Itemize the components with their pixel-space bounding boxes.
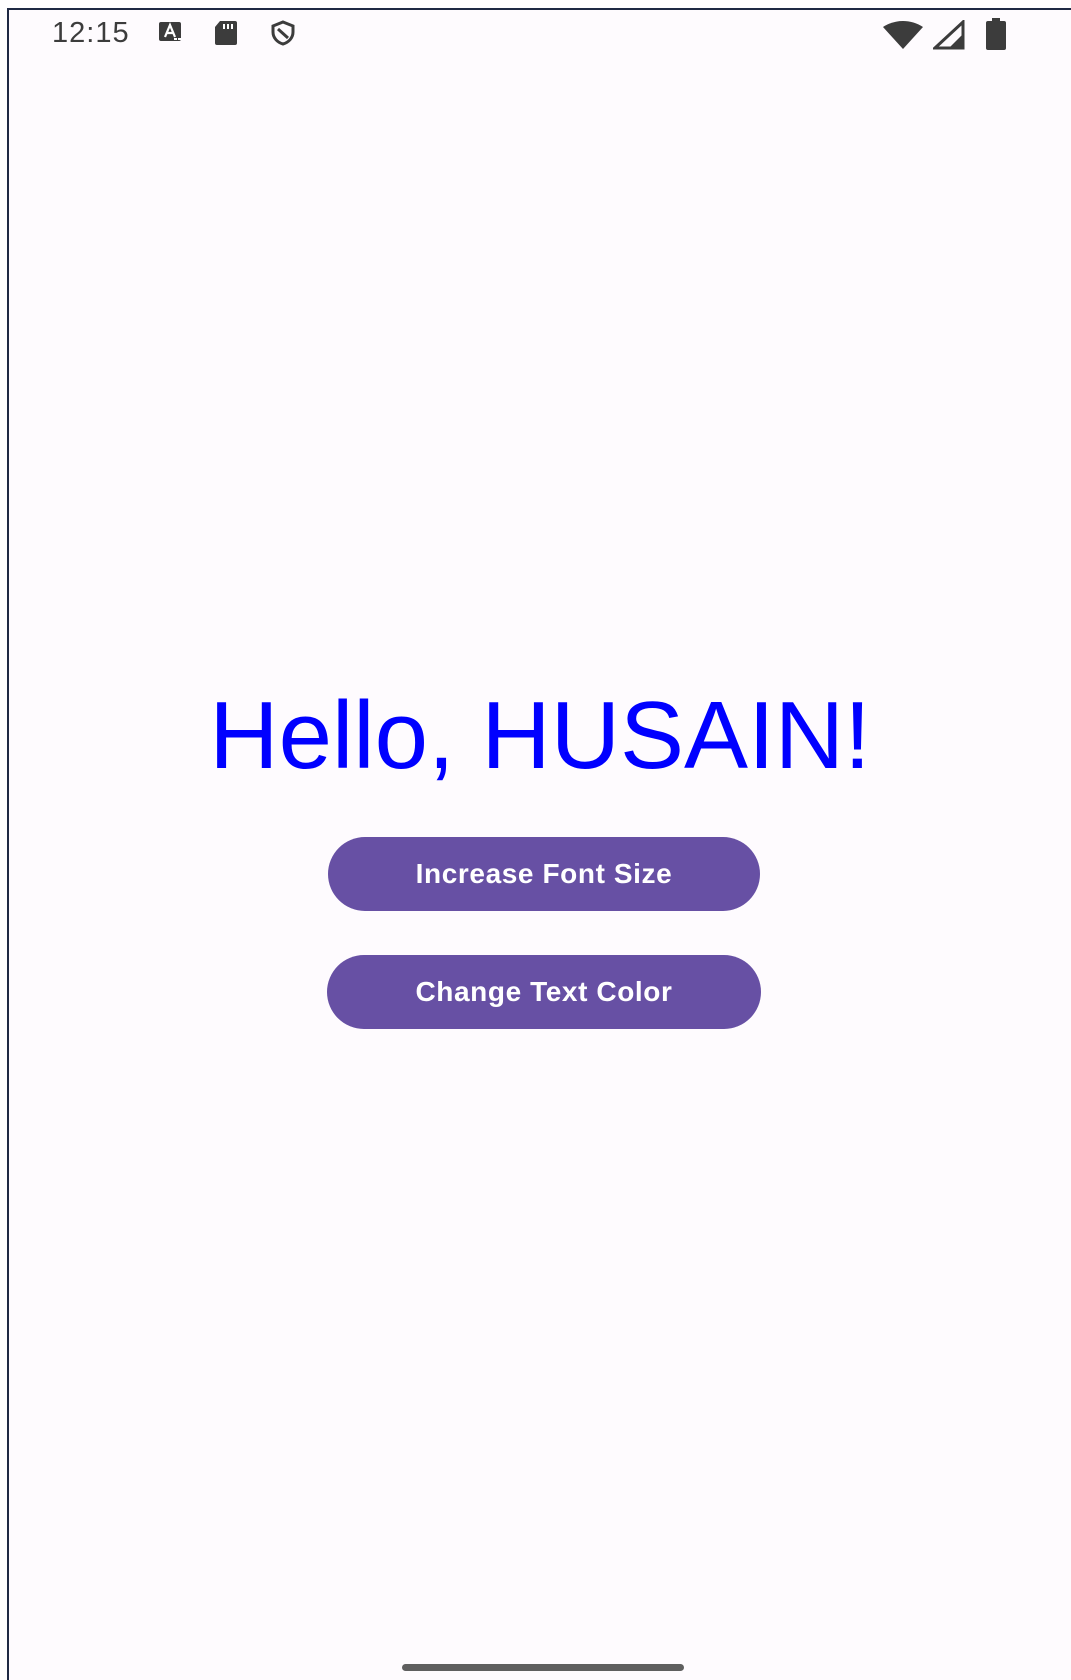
app-screen: 12:15 Hello, HUSAIN! Increase Font Size … (7, 8, 1071, 1680)
cell-signal-icon (933, 20, 965, 50)
status-time: 12:15 (52, 17, 130, 49)
sd-card-icon (215, 21, 237, 45)
status-bar: 12:15 (9, 10, 1071, 58)
change-text-color-button[interactable]: Change Text Color (327, 955, 761, 1029)
increase-font-size-button[interactable]: Increase Font Size (328, 837, 760, 911)
shield-icon (271, 20, 295, 46)
wifi-icon (883, 21, 923, 49)
battery-icon (986, 18, 1006, 50)
gesture-nav-handle[interactable] (402, 1664, 684, 1671)
keyboard-a-icon (159, 22, 181, 41)
greeting-text: Hello, HUSAIN! (209, 682, 871, 789)
